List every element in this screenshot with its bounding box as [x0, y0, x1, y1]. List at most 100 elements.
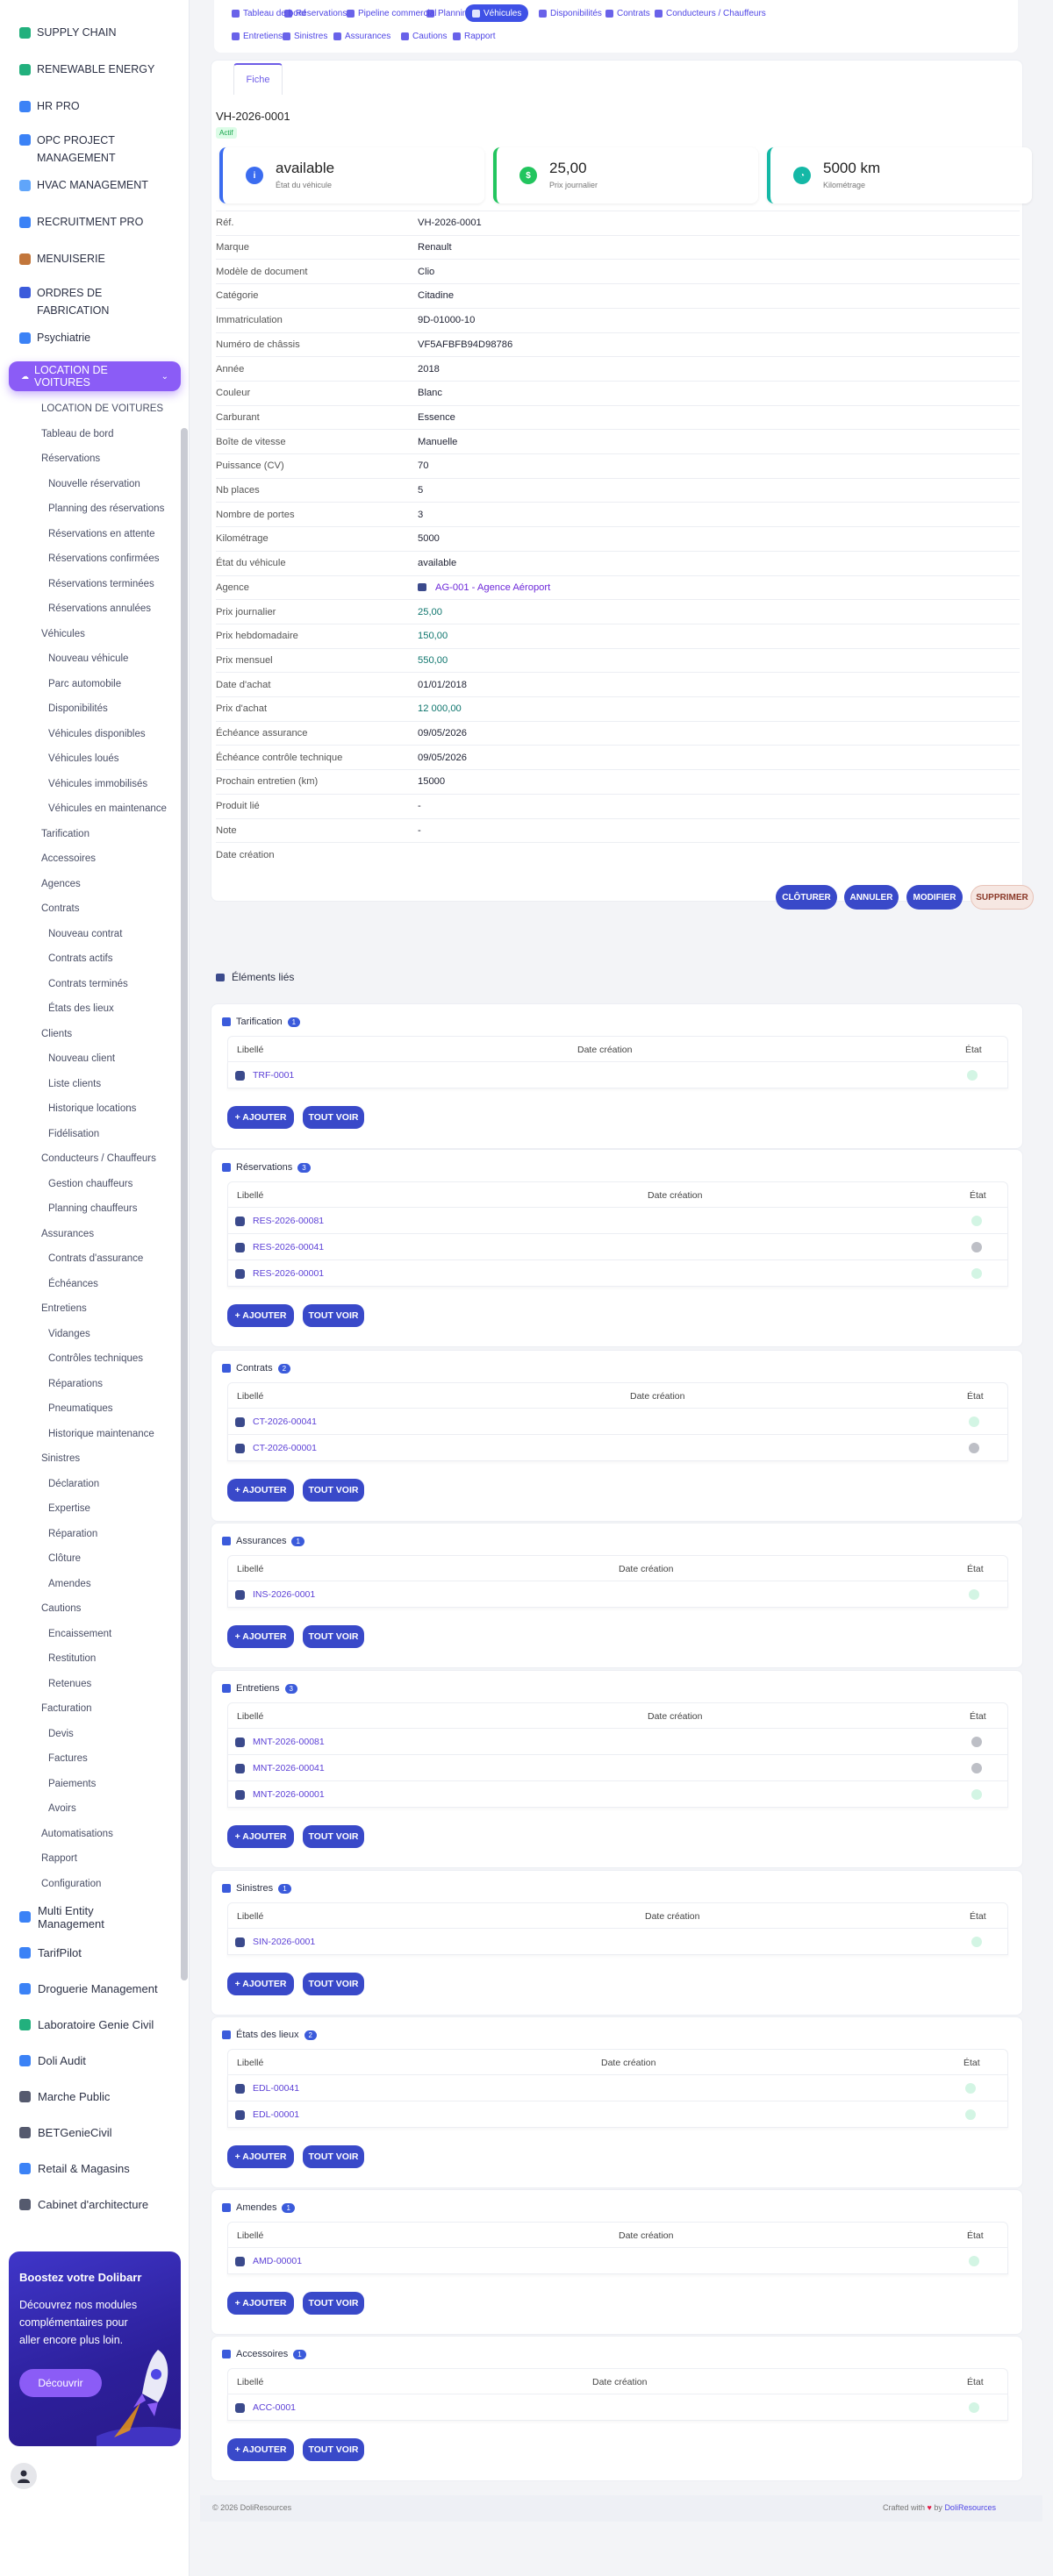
view-all-button[interactable]: TOUT VOIR [303, 1825, 364, 1848]
record-link[interactable]: MNT-2026-00001 [253, 1789, 325, 1800]
sidebar-menu-item[interactable]: Échéances [0, 1272, 181, 1297]
table-row[interactable]: RES-2026-00041 [227, 1234, 1008, 1260]
view-all-button[interactable]: TOUT VOIR [303, 1304, 364, 1327]
tab-conducteurs-chauffeurs[interactable]: Conducteurs / Chauffeurs [648, 4, 773, 22]
sidebar-menu-item[interactable]: Avoirs [0, 1796, 181, 1822]
sidebar-menu-item[interactable]: Réparations [0, 1372, 181, 1397]
record-link[interactable]: EDL-00041 [253, 2083, 299, 2094]
sidebar-menu-item[interactable]: Facturation [0, 1696, 181, 1722]
sidebar-module[interactable]: Multi Entity Management [0, 1899, 181, 1935]
sidebar-module[interactable]: Retail & Magasins [0, 2151, 181, 2187]
sidebar-menu-item[interactable]: Automatisations [0, 1822, 181, 1847]
sidebar-menu-item[interactable]: Pneumatiques [0, 1396, 181, 1422]
sidebar-menu-item[interactable]: Véhicules disponibles [0, 722, 181, 747]
sidebar-module[interactable]: SUPPLY CHAIN [0, 14, 181, 51]
tab-assurances[interactable]: Assurances [326, 27, 398, 45]
view-all-button[interactable]: TOUT VOIR [303, 2145, 364, 2168]
add-button[interactable]: + AJOUTER [227, 1106, 294, 1129]
sidebar-menu-item[interactable]: Réservations [0, 446, 181, 472]
add-button[interactable]: + AJOUTER [227, 1625, 294, 1648]
footer-brand-link[interactable]: DoliResources [944, 2503, 996, 2512]
sidebar-module[interactable]: RECRUITMENT PRO [0, 203, 181, 240]
record-link[interactable]: RES-2026-00081 [253, 1216, 324, 1226]
sidebar-module[interactable]: Doli Audit [0, 2043, 181, 2079]
add-button[interactable]: + AJOUTER [227, 2292, 294, 2315]
sidebar-menu-item[interactable]: Entretiens [0, 1296, 181, 1322]
sidebar-module[interactable]: Cabinet d'architecture [0, 2187, 181, 2223]
user-avatar[interactable] [11, 2463, 37, 2489]
sidebar-module[interactable]: TarifPilot [0, 1935, 181, 1971]
view-all-button[interactable]: TOUT VOIR [303, 2438, 364, 2461]
record-link[interactable]: RES-2026-00001 [253, 1268, 324, 1279]
sidebar-menu-item[interactable]: Rapport [0, 1846, 181, 1872]
sidebar-menu-item[interactable]: Historique locations [0, 1096, 181, 1122]
sidebar-menu-item[interactable]: Fidélisation [0, 1122, 181, 1147]
sidebar-menu-item[interactable]: Réservations confirmées [0, 546, 181, 572]
record-link[interactable]: TRF-0001 [253, 1070, 294, 1081]
sidebar-module[interactable]: MENUISERIE [0, 240, 181, 277]
record-link[interactable]: AMD-00001 [253, 2256, 302, 2266]
table-row[interactable]: EDL-00001 [227, 2101, 1008, 2128]
record-link[interactable]: CT-2026-00001 [253, 1443, 317, 1453]
tab-rapport[interactable]: Rapport [446, 27, 503, 45]
sidebar-menu-item[interactable]: Clôture [0, 1546, 181, 1572]
view-all-button[interactable]: TOUT VOIR [303, 2292, 364, 2315]
sidebar-menu-item[interactable]: Accessoires [0, 846, 181, 872]
sidebar-menu-item[interactable]: Véhicules en maintenance [0, 796, 181, 822]
sidebar-module[interactable]: OPC PROJECT MANAGEMENT [0, 125, 181, 167]
record-link[interactable]: SIN-2026-0001 [253, 1937, 315, 1947]
sidebar-menu-item[interactable]: Planning chauffeurs [0, 1196, 181, 1222]
table-row[interactable]: CT-2026-00001 [227, 1435, 1008, 1461]
table-row[interactable]: MNT-2026-00081 [227, 1729, 1008, 1755]
table-row[interactable]: SIN-2026-0001 [227, 1929, 1008, 1955]
add-button[interactable]: + AJOUTER [227, 1304, 294, 1327]
sidebar-menu-item[interactable]: Contrôles techniques [0, 1346, 181, 1372]
cancel-record-button[interactable]: ANNULER [844, 885, 899, 910]
sidebar-menu-item[interactable]: Configuration [0, 1872, 181, 1897]
sidebar-scrollbar[interactable] [181, 428, 188, 1980]
sidebar-menu-item[interactable]: Factures [0, 1746, 181, 1772]
add-button[interactable]: + AJOUTER [227, 1973, 294, 1995]
sidebar-menu-item[interactable]: Contrats [0, 896, 181, 922]
sidebar-module[interactable]: Droguerie Management [0, 1971, 181, 2007]
table-row[interactable]: AMD-00001 [227, 2248, 1008, 2274]
sidebar-menu-item[interactable]: Historique maintenance [0, 1422, 181, 1447]
sidebar-menu-item[interactable]: Déclaration [0, 1472, 181, 1497]
promo-discover-button[interactable]: Découvrir [19, 2369, 102, 2397]
view-all-button[interactable]: TOUT VOIR [303, 1106, 364, 1129]
record-link[interactable]: EDL-00001 [253, 2109, 299, 2120]
tab-disponibilit-s[interactable]: Disponibilités [532, 4, 609, 22]
table-row[interactable]: CT-2026-00041 [227, 1409, 1008, 1435]
sidebar-menu-item[interactable]: Conducteurs / Chauffeurs [0, 1146, 181, 1172]
sidebar-menu-item[interactable]: Tarification [0, 822, 181, 847]
close-record-button[interactable]: CLÔTURER [776, 885, 837, 910]
add-button[interactable]: + AJOUTER [227, 2145, 294, 2168]
sidebar-module[interactable]: BETGenieCivil [0, 2115, 181, 2151]
field-value[interactable]: AG-001 - Agence Aéroport [435, 582, 550, 593]
sidebar-module[interactable]: ORDRES DE FABRICATION [0, 277, 181, 319]
table-row[interactable]: RES-2026-00081 [227, 1208, 1008, 1234]
sidebar-menu-item[interactable]: Planning des réservations [0, 496, 181, 522]
delete-record-button[interactable]: SUPPRIMER [971, 885, 1034, 910]
table-row[interactable]: MNT-2026-00041 [227, 1755, 1008, 1781]
sidebar-module[interactable]: Marche Public [0, 2079, 181, 2115]
sidebar-menu-item[interactable]: Restitution [0, 1646, 181, 1672]
table-row[interactable]: RES-2026-00001 [227, 1260, 1008, 1287]
sidebar-menu-item[interactable]: Nouvelle réservation [0, 472, 181, 497]
sidebar-menu-item[interactable]: Vidanges [0, 1322, 181, 1347]
sidebar-menu-item[interactable]: Liste clients [0, 1072, 181, 1097]
sidebar-menu-item[interactable]: Nouveau véhicule [0, 646, 181, 672]
sidebar-menu-item[interactable]: Encaissement [0, 1622, 181, 1647]
tab-fiche[interactable]: Fiche [233, 63, 283, 95]
record-link[interactable]: RES-2026-00041 [253, 1242, 324, 1252]
sidebar-menu-item[interactable]: Clients [0, 1022, 181, 1047]
table-row[interactable]: TRF-0001 [227, 1062, 1008, 1088]
table-row[interactable]: MNT-2026-00001 [227, 1781, 1008, 1808]
sidebar-menu-item[interactable]: Réservations annulées [0, 596, 181, 622]
sidebar-menu-item[interactable]: Paiements [0, 1772, 181, 1797]
sidebar-menu-item[interactable]: Contrats terminés [0, 972, 181, 997]
sidebar-menu-item[interactable]: Réparation [0, 1522, 181, 1547]
sidebar-menu-item[interactable]: Contrats actifs [0, 946, 181, 972]
sidebar-menu-item[interactable]: Véhicules immobilisés [0, 772, 181, 797]
sidebar-module[interactable]: RENEWABLE ENERGY [0, 51, 181, 88]
